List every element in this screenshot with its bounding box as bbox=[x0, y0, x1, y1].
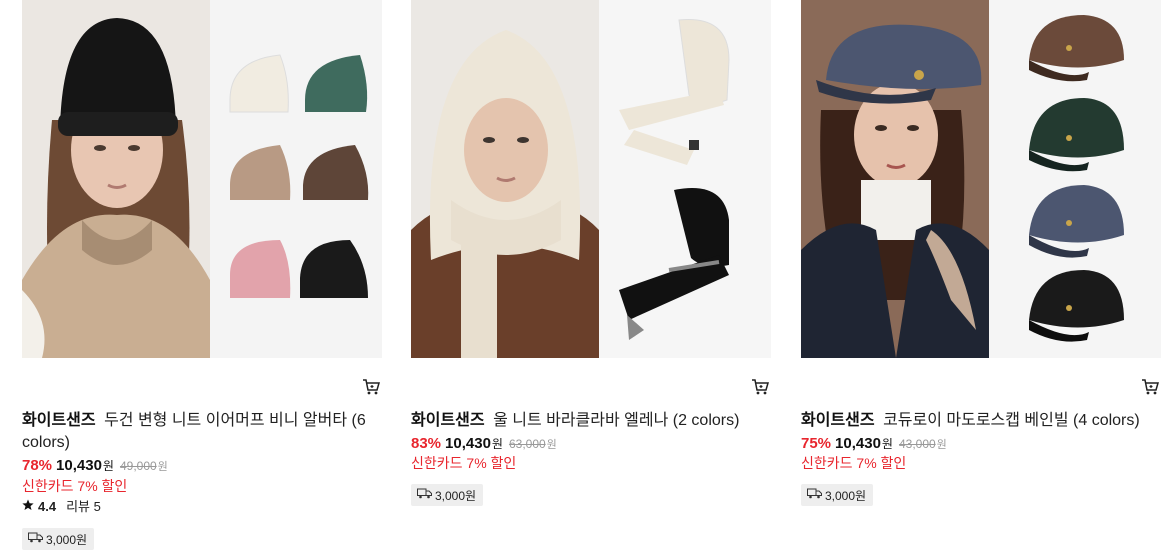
add-to-cart-button[interactable] bbox=[360, 378, 382, 400]
product-image[interactable] bbox=[801, 0, 1161, 358]
card-promo: 신한카드 7% 할인 bbox=[22, 478, 128, 494]
original-price: 63,000 bbox=[508, 437, 546, 451]
original-currency-label: 원 bbox=[157, 461, 168, 473]
color-options-photo bbox=[210, 0, 382, 358]
truck-icon bbox=[807, 488, 822, 502]
cart-icon bbox=[362, 378, 380, 401]
cart-icon bbox=[1141, 378, 1159, 401]
product-title[interactable]: 화이트샌즈 두건 변형 니트 이어머프 비니 알버타 (6 colors) bbox=[22, 410, 367, 454]
product-card[interactable]: 화이트샌즈 두건 변형 니트 이어머프 비니 알버타 (6 colors) 78… bbox=[22, 0, 382, 550]
product-title[interactable]: 화이트샌즈 코듀로이 마도로스캡 베인빌 (4 colors) bbox=[801, 410, 1146, 432]
shipping-fee: 3,000원 bbox=[46, 532, 88, 547]
truck-icon bbox=[417, 488, 432, 502]
shipping-fee: 3,000원 bbox=[825, 488, 867, 503]
shipping-fee: 3,000원 bbox=[435, 488, 477, 503]
cart-icon bbox=[751, 378, 769, 401]
discount-rate: 78% bbox=[22, 457, 53, 474]
product-title[interactable]: 화이트샌즈 울 니트 바라클라바 엘레나 (2 colors) bbox=[411, 410, 756, 432]
model-photo bbox=[411, 0, 599, 358]
add-to-cart-button[interactable] bbox=[1139, 378, 1161, 400]
shipping-badge: 3,000원 bbox=[801, 484, 874, 506]
color-options-photo bbox=[989, 0, 1161, 358]
truck-icon bbox=[28, 532, 43, 546]
product-card[interactable]: 화이트샌즈 울 니트 바라클라바 엘레나 (2 colors) 83% 10,43… bbox=[411, 0, 771, 506]
sale-price: 10,430 bbox=[835, 435, 881, 452]
currency-label: 원 bbox=[881, 437, 893, 451]
sale-price: 10,430 bbox=[445, 435, 491, 452]
price-row: 75% 10,430원 43,000원 bbox=[801, 434, 947, 455]
original-price: 43,000 bbox=[898, 437, 936, 451]
brand-name[interactable]: 화이트샌즈 bbox=[801, 412, 875, 429]
original-price: 49,000 bbox=[119, 459, 157, 473]
shipping-badge: 3,000원 bbox=[22, 528, 95, 550]
rating-score: 4.4 bbox=[38, 499, 57, 514]
model-photo bbox=[801, 0, 989, 358]
card-promo: 신한카드 7% 할인 bbox=[411, 455, 517, 471]
discount-rate: 83% bbox=[411, 435, 442, 452]
color-options-photo bbox=[599, 0, 771, 358]
currency-label: 원 bbox=[102, 459, 114, 473]
product-image[interactable] bbox=[411, 0, 771, 358]
product-image[interactable] bbox=[22, 0, 382, 358]
original-currency-label: 원 bbox=[546, 439, 557, 451]
brand-name[interactable]: 화이트샌즈 bbox=[411, 412, 485, 429]
model-photo bbox=[22, 0, 210, 358]
product-card[interactable]: 화이트샌즈 코듀로이 마도로스캡 베인빌 (4 colors) 75% 10,43… bbox=[801, 0, 1161, 506]
price-row: 83% 10,430원 63,000원 bbox=[411, 434, 557, 455]
product-name[interactable]: 코듀로이 마도로스캡 베인빌 (4 colors) bbox=[883, 412, 1140, 429]
original-currency-label: 원 bbox=[936, 439, 947, 451]
sale-price: 10,430 bbox=[56, 457, 102, 474]
price-row: 78% 10,430원 49,000원 bbox=[22, 456, 168, 477]
add-to-cart-button[interactable] bbox=[749, 378, 771, 400]
star-icon bbox=[22, 498, 34, 516]
brand-name[interactable]: 화이트샌즈 bbox=[22, 412, 96, 429]
shipping-badge: 3,000원 bbox=[411, 484, 484, 506]
rating-row: 4.4 리뷰 5 bbox=[22, 498, 101, 516]
review-count[interactable]: 리뷰 5 bbox=[66, 498, 101, 516]
product-name[interactable]: 울 니트 바라클라바 엘레나 (2 colors) bbox=[493, 412, 739, 429]
discount-rate: 75% bbox=[801, 435, 832, 452]
card-promo: 신한카드 7% 할인 bbox=[801, 455, 907, 471]
currency-label: 원 bbox=[491, 437, 503, 451]
